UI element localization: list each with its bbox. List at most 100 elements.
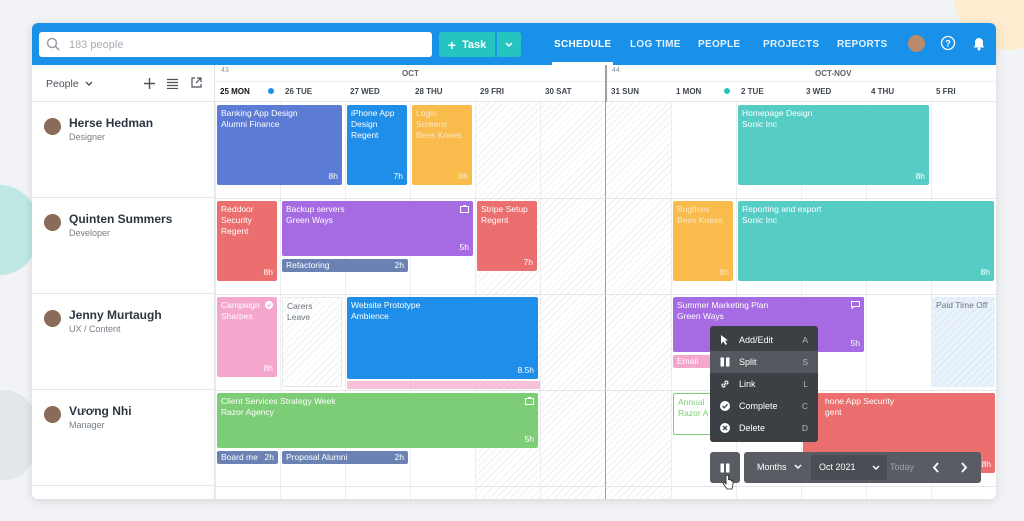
task-hours: 2h — [264, 452, 274, 462]
task-title: Homepage Design — [742, 108, 813, 118]
task-hours: 8h — [263, 267, 273, 277]
task-card[interactable]: Bugfixes Bees Knees 8h — [673, 201, 733, 281]
subtask-bar[interactable]: Proposal Alumni 2h — [282, 451, 408, 464]
menu-item-complete[interactable]: Complete C — [710, 395, 818, 417]
day-header-today[interactable]: 25 MON — [215, 82, 280, 102]
day-header[interactable]: 3 WED — [801, 82, 831, 102]
tab-schedule[interactable]: SCHEDULE — [551, 23, 614, 65]
task-client: Regent — [351, 130, 379, 140]
month-picker[interactable]: Oct 2021 — [811, 455, 887, 480]
menu-item-link[interactable]: Link L — [710, 373, 818, 395]
time-off-card[interactable]: Paid Time Off — [932, 297, 995, 387]
notification-bell-icon[interactable] — [972, 35, 986, 51]
plus-icon: + — [447, 36, 456, 53]
task-card[interactable]: Campaign Sharpes 8h — [217, 297, 277, 377]
task-card[interactable]: Email Ca — [673, 355, 713, 368]
day-header[interactable]: 30 SAT — [540, 82, 572, 102]
task-client: Razor Agency — [221, 407, 274, 417]
schedule-app: + Task SCHEDULE LOG TIME PEOPLE PROJECTS… — [32, 23, 996, 499]
day-header[interactable]: 4 THU — [866, 82, 894, 102]
task-card[interactable]: Homepage Design Sonic Inc 8h — [738, 105, 929, 185]
task-card[interactable]: Banking App Design Alumni Finance 8h — [217, 105, 342, 185]
day-header[interactable]: 5 FRI — [931, 82, 956, 102]
avatar — [44, 310, 61, 327]
person-row-herse[interactable]: Herse Hedman Designer — [32, 102, 214, 198]
help-icon[interactable]: ? — [940, 35, 956, 51]
task-client: Regent — [481, 215, 509, 225]
menu-item-label: Add/Edit — [739, 335, 774, 345]
task-hours: 5h — [850, 338, 860, 348]
task-title: Design — [351, 119, 378, 129]
subtask-title: Refactoring — [286, 260, 330, 270]
task-card[interactable]: Backup servers Green Ways 5h — [282, 201, 473, 256]
task-hours: 2h — [394, 452, 404, 462]
task-card[interactable]: Stripe Setup Regent 7h — [477, 201, 537, 271]
day-header[interactable]: 2 TUE — [736, 82, 764, 102]
day-header[interactable]: 28 THU — [410, 82, 443, 102]
add-person-icon[interactable] — [144, 78, 155, 89]
search-input[interactable] — [69, 35, 419, 54]
task-hours: 5h — [459, 242, 469, 252]
list-view-icon[interactable] — [167, 78, 178, 89]
day-header[interactable]: 26 TUE — [280, 82, 312, 102]
time-off-card[interactable]: Carers Leave — [282, 297, 342, 387]
split-icon — [720, 463, 730, 473]
person-row-vuong[interactable]: Vương Nhi Manager — [32, 390, 214, 486]
person-role: Developer — [69, 228, 111, 238]
user-avatar[interactable] — [908, 35, 925, 52]
month-label: OCT-NOV — [815, 69, 852, 78]
person-row-quinten[interactable]: Quinten Summers Developer — [32, 198, 214, 294]
tab-log-time[interactable]: LOG TIME — [630, 23, 681, 65]
tab-projects[interactable]: PROJECTS — [763, 23, 819, 65]
task-dropdown-button[interactable] — [497, 32, 521, 57]
marker-dot — [724, 88, 730, 94]
task-card[interactable]: iPhone App Design Regent 7h — [347, 105, 407, 185]
task-hours: 8h — [980, 267, 990, 277]
person-row-jenny[interactable]: Jenny Murtaugh UX / Content — [32, 294, 214, 390]
task-hours: 7h — [393, 171, 403, 181]
task-card[interactable]: Reporting and export Sonic Inc 8h — [738, 201, 994, 281]
subtask-bar[interactable]: Board me 2h — [217, 451, 278, 464]
sidebar-header: People — [32, 65, 214, 102]
task-title: Reporting and export — [742, 204, 822, 214]
today-dot — [268, 88, 274, 94]
month-picker-label: Oct 2021 — [819, 462, 856, 472]
tab-reports[interactable]: REPORTS — [837, 23, 887, 65]
people-filter-dropdown[interactable]: People — [46, 78, 93, 90]
subtask-bar[interactable]: Refactoring 2h — [282, 259, 408, 272]
day-header[interactable]: 29 FRI — [475, 82, 504, 102]
subtask-title: Proposal Alumni — [286, 452, 348, 462]
week-number: 43 — [221, 67, 229, 74]
task-client: Sonic Inc — [742, 119, 777, 129]
task-client: Green Ways — [286, 215, 333, 225]
chevron-left-icon[interactable] — [932, 462, 940, 473]
add-task-button[interactable]: + Task — [439, 32, 495, 57]
time-off-label: Carers Leave — [287, 301, 313, 322]
pointer-cursor-icon — [722, 475, 734, 490]
menu-item-delete[interactable]: Delete D — [710, 417, 818, 439]
tab-people[interactable]: PEOPLE — [698, 23, 740, 65]
chevron-right-icon[interactable] — [960, 462, 968, 473]
task-hours: 8h — [328, 171, 338, 181]
menu-item-split[interactable]: Split S — [710, 351, 818, 373]
export-icon[interactable] — [191, 77, 202, 88]
task-card[interactable]: Website Prototype Ambience 8.5h — [347, 297, 538, 379]
day-header[interactable]: 1 MON — [671, 82, 736, 102]
today-button[interactable]: Today — [890, 462, 914, 472]
day-header[interactable]: 31 SUN — [606, 82, 639, 102]
search-box[interactable] — [39, 32, 432, 57]
time-off-label: Paid Time Off — [936, 300, 988, 310]
menu-item-add-edit[interactable]: Add/Edit A — [710, 329, 818, 351]
chevron-down-icon — [505, 41, 513, 47]
shortcut-key: L — [803, 379, 808, 389]
avatar — [44, 214, 61, 231]
task-card[interactable]: Login Screens Bees Knees 8h — [412, 105, 472, 185]
view-mode-dropdown[interactable]: Months — [757, 462, 802, 472]
task-card[interactable]: Client Services Strategy Week Razor Agenc… — [217, 393, 538, 448]
cursor-icon — [721, 335, 728, 345]
task-title: hone App Security — [825, 396, 894, 406]
shortcut-key: A — [802, 335, 808, 345]
repeat-icon — [525, 397, 534, 405]
day-header[interactable]: 27 WED — [345, 82, 380, 102]
task-card[interactable]: Reddoor Security Regent 8h — [217, 201, 277, 281]
